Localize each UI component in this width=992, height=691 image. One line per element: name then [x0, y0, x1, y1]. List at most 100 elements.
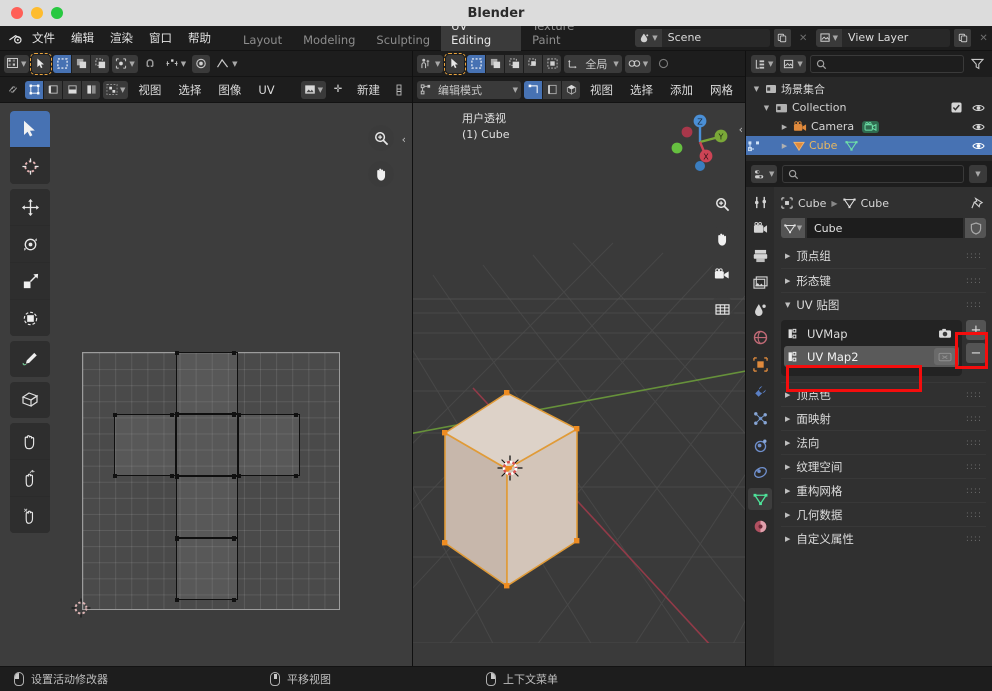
vp-select-extend-button[interactable] [486, 54, 505, 73]
transform-orientation-button[interactable]: 全局 ▼ [564, 54, 622, 73]
vertex-select-mode-button[interactable] [524, 80, 542, 99]
select-subtract-button[interactable] [91, 54, 110, 73]
disclosure-triangle-icon[interactable]: ▶ [785, 415, 790, 423]
navigation-gizmo[interactable]: Z Y X [669, 111, 731, 173]
collection-checkbox[interactable] [951, 102, 962, 113]
tab-physics[interactable] [748, 434, 772, 456]
outliner-editor-type-button[interactable]: ▼ [751, 55, 777, 73]
outliner-row-cube[interactable]: ▶ Cube [746, 136, 992, 155]
zoom-icon[interactable] [709, 191, 735, 217]
uv-face-top[interactable] [174, 350, 238, 416]
menu-edit[interactable]: 编辑 [63, 27, 102, 49]
outliner-filter-icon[interactable] [968, 55, 987, 73]
disclosure-triangle-icon[interactable]: ▶ [785, 252, 790, 260]
uv-new-image-button[interactable]: 新建 [350, 82, 387, 98]
tab-layout[interactable]: Layout [233, 29, 292, 51]
uv-pan-hand-icon[interactable] [368, 161, 394, 187]
relax-tool-icon[interactable] [10, 460, 50, 496]
properties-options-button[interactable]: ▼ [969, 165, 987, 183]
uv-face-right[interactable] [236, 412, 300, 478]
breadcrumb-object[interactable]: Cube [798, 197, 826, 210]
uv-vertex-select-button[interactable] [25, 80, 43, 99]
fake-user-shield-icon[interactable] [965, 218, 986, 238]
uv-proportional-edit-button[interactable]: ▼ [162, 55, 189, 73]
vp-select-difference-button[interactable] [543, 54, 562, 73]
properties-editor-type-button[interactable]: ▼ [751, 165, 778, 183]
select-extend-button[interactable] [72, 54, 91, 73]
grab-tool-icon[interactable] [10, 423, 50, 459]
rotate-tool-icon[interactable] [10, 226, 50, 262]
move-tool-icon[interactable] [10, 189, 50, 225]
uv-island-select-button[interactable] [82, 80, 100, 99]
tab-output[interactable] [748, 245, 772, 267]
tab-render[interactable] [748, 218, 772, 240]
uv-active-render-camera-icon[interactable] [934, 325, 956, 342]
uv-new-image-plus-icon[interactable]: ✛ [329, 81, 347, 99]
remove-view-layer-button[interactable]: ✕ [975, 29, 992, 47]
camera-view-icon[interactable] [709, 261, 735, 287]
interaction-mode-selector[interactable]: 编辑模式 ▼ [417, 80, 521, 99]
tab-modifiers[interactable] [748, 380, 772, 402]
uv-face-select-button[interactable] [63, 80, 81, 99]
outliner-display-mode-button[interactable]: ▼ [780, 55, 806, 73]
scene-selector[interactable]: ▼ Scene [635, 29, 770, 47]
cube-object[interactable] [413, 373, 633, 623]
vp-menu-select[interactable]: 选择 [623, 82, 660, 98]
pan-hand-icon[interactable] [709, 226, 735, 252]
panel-geometry-data[interactable]: ▶ 几何数据 :::: [781, 502, 986, 526]
tab-object-data[interactable] [748, 488, 772, 510]
toggle-ortho-grid-icon[interactable] [709, 296, 735, 322]
transform-tool-icon[interactable] [10, 300, 50, 336]
unlink-scene-button[interactable]: ✕ [795, 29, 812, 47]
panel-vertex-groups[interactable]: ▶ 顶点组 :::: [781, 244, 986, 268]
new-view-layer-button[interactable] [954, 29, 972, 47]
snapping-button[interactable]: ▼ [624, 54, 652, 73]
blender-logo-icon[interactable] [0, 32, 24, 45]
uv-snap-magnet-button[interactable] [141, 55, 159, 73]
uv-sync-selection-button[interactable] [4, 81, 22, 99]
edge-select-mode-button[interactable] [543, 80, 561, 99]
uv-sidebar-collapse-icon[interactable]: ‹ [402, 133, 406, 146]
uv-sticky-mode-button[interactable]: ▼ [103, 80, 129, 99]
mesh-name-field[interactable]: Cube [807, 218, 963, 238]
vp-menu-add[interactable]: 添加 [663, 82, 700, 98]
panel-normals[interactable]: ▶ 法向 :::: [781, 430, 986, 454]
uv-menu-image[interactable]: 图像 [211, 82, 248, 98]
uv-inactive-render-camera-icon[interactable] [934, 348, 956, 365]
pin-icon[interactable] [971, 196, 984, 210]
uv-menu-select[interactable]: 选择 [171, 82, 208, 98]
uv-select-tool-button[interactable] [30, 52, 53, 75]
outliner-row-scene-collection[interactable]: ▼ 场景集合 [746, 79, 992, 98]
panel-custom-properties[interactable]: ▶ 自定义属性 :::: [781, 526, 986, 550]
uv-edge-select-button[interactable] [44, 80, 62, 99]
disclosure-triangle-icon[interactable]: ▼ [785, 301, 790, 309]
uv-map-row-uvmap[interactable]: UVMap [784, 323, 959, 344]
uv-face-left[interactable] [112, 412, 176, 478]
uv-maps-list[interactable]: UVMap UV Map2 [781, 320, 962, 376]
panel-shape-keys[interactable]: ▶ 形态键 :::: [781, 268, 986, 292]
disclosure-triangle-icon[interactable]: ▶ [780, 142, 789, 150]
tweak-tool-icon[interactable] [10, 111, 50, 149]
uv-zoom-icon[interactable] [368, 125, 394, 151]
annotate-tool-icon[interactable] [10, 341, 50, 377]
tab-constraints[interactable] [748, 461, 772, 483]
disclosure-triangle-icon[interactable]: ▶ [785, 463, 790, 471]
face-select-mode-button[interactable] [562, 80, 580, 99]
outliner-row-collection[interactable]: ▼ Collection [746, 98, 992, 117]
visibility-eye-icon[interactable] [972, 141, 985, 151]
rip-region-tool-icon[interactable] [10, 382, 50, 418]
panel-vertex-colors[interactable]: ▶ 顶点色 :::: [781, 382, 986, 406]
uv-proportional-falloff-button[interactable] [192, 54, 211, 73]
disclosure-triangle-icon[interactable]: ▼ [752, 85, 761, 93]
uv-map-row-uvmap2[interactable]: UV Map2 [784, 346, 959, 367]
add-uv-map-button[interactable]: + [966, 320, 986, 340]
disclosure-triangle-icon[interactable]: ▼ [762, 104, 771, 112]
tab-view-layer[interactable] [748, 272, 772, 294]
disclosure-triangle-icon[interactable]: ▶ [785, 487, 790, 495]
disclosure-triangle-icon[interactable]: ▶ [785, 511, 790, 519]
panel-face-maps[interactable]: ▶ 面映射 :::: [781, 406, 986, 430]
outliner-search-input[interactable] [809, 55, 964, 73]
panel-remesh[interactable]: ▶ 重构网格 :::: [781, 478, 986, 502]
scale-tool-icon[interactable] [10, 263, 50, 299]
pinch-tool-icon[interactable] [10, 497, 50, 533]
